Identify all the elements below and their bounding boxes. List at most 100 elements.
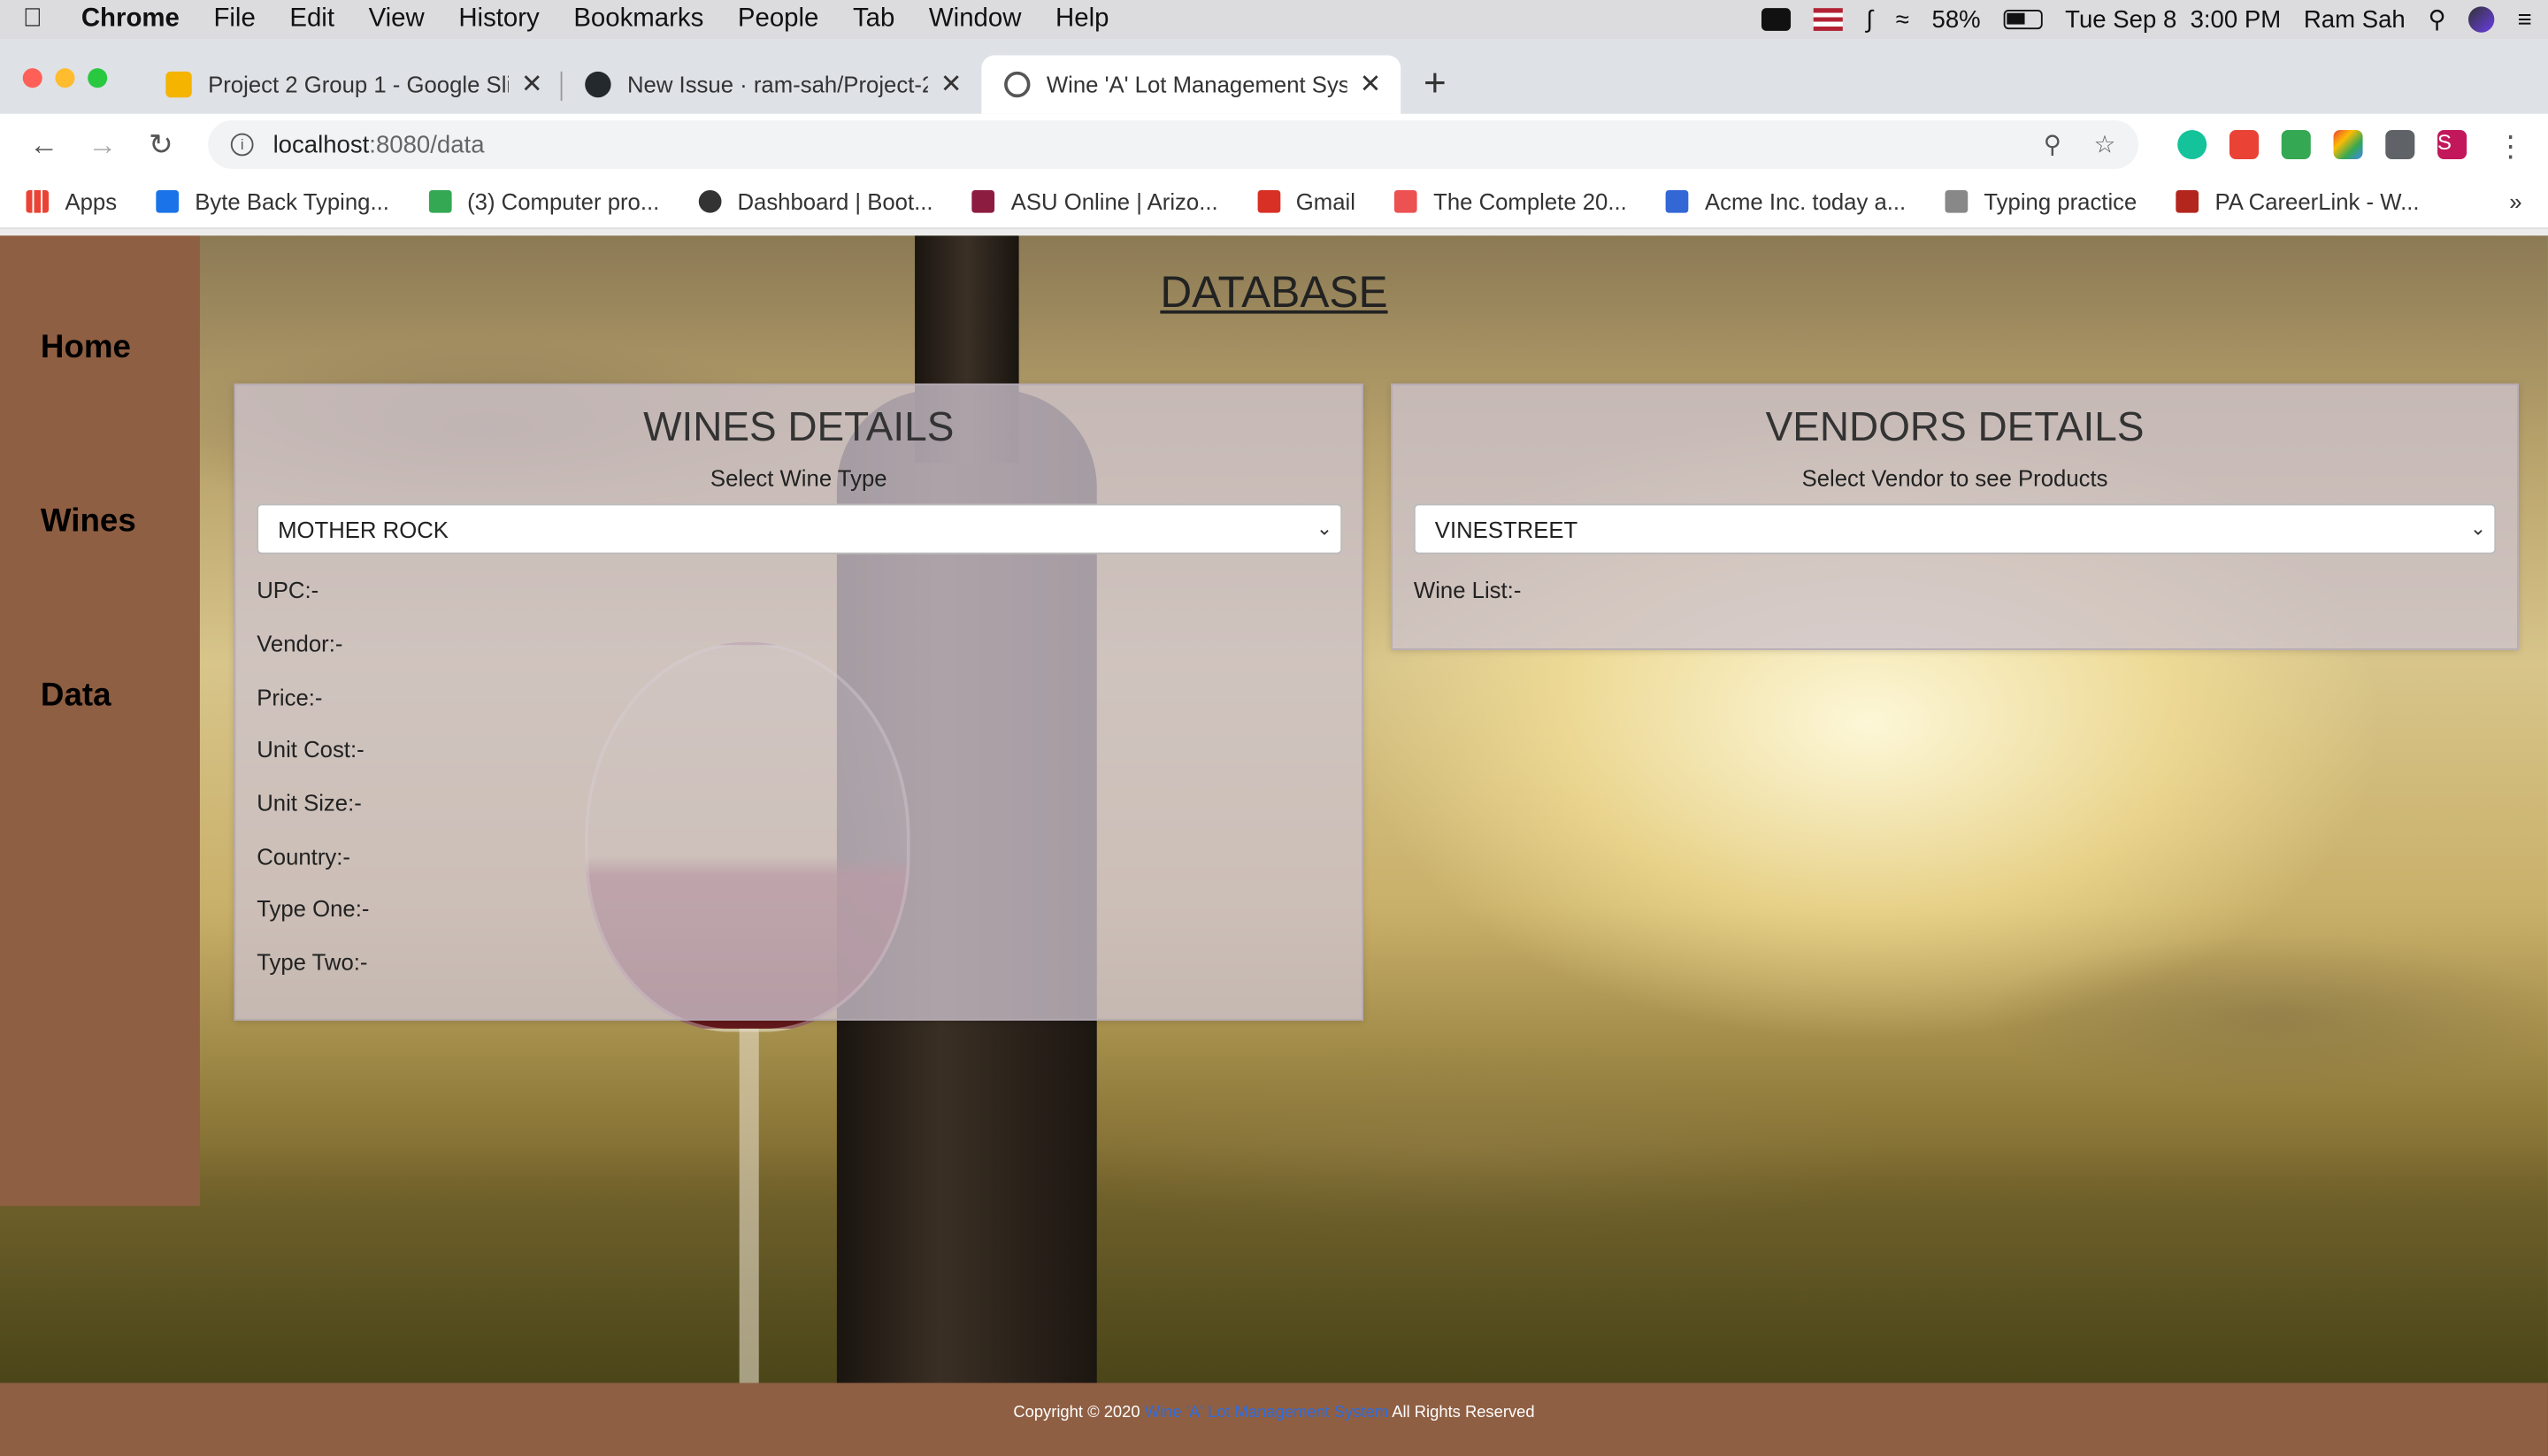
url-host: localhost bbox=[272, 130, 370, 159]
tab-title: New Issue · ram-sah/Project-2 bbox=[626, 71, 928, 98]
flag-icon[interactable] bbox=[1814, 8, 1844, 31]
wine-type-select[interactable]: MOTHER ROCK bbox=[257, 503, 1343, 555]
sidebar-item-home[interactable]: Home bbox=[41, 330, 131, 367]
menu-chrome[interactable]: Chrome bbox=[81, 5, 180, 34]
bookmark-favicon bbox=[1945, 189, 1969, 213]
menu-file[interactable]: File bbox=[213, 5, 255, 34]
bookmark-favicon bbox=[1394, 189, 1417, 213]
battery-percent: 58% bbox=[1931, 5, 1981, 34]
more-bookmarks-icon[interactable]: » bbox=[2509, 188, 2521, 214]
site-info-icon[interactable]: i bbox=[230, 133, 254, 157]
forward-arrow-icon[interactable]: → bbox=[81, 127, 124, 162]
profile-avatar[interactable]: S bbox=[2437, 129, 2467, 160]
bookmark-favicon bbox=[2176, 189, 2199, 213]
chrome-menu-icon[interactable]: ⋮ bbox=[2496, 130, 2525, 163]
extension-badge-icon[interactable] bbox=[2229, 129, 2260, 160]
user-name[interactable]: Ram Sah bbox=[2304, 5, 2406, 33]
slides-icon bbox=[165, 71, 192, 98]
battery-icon[interactable] bbox=[2003, 10, 2043, 30]
bluetooth-icon[interactable]: ∫ bbox=[1866, 5, 1873, 33]
url-path: :8080/data bbox=[369, 130, 485, 159]
sidebar-item-wines[interactable]: Wines bbox=[41, 504, 136, 541]
tab-wine-a-lot[interactable]: Wine 'A' Lot Management System ✕ bbox=[981, 55, 1401, 114]
bookmarks-bar: Apps Byte Back Typing... (3) Computer pr… bbox=[0, 175, 2548, 230]
menu-edit[interactable]: Edit bbox=[289, 5, 334, 34]
vendor-select-label: Select Vendor to see Products bbox=[1801, 464, 2108, 491]
close-tab-icon[interactable]: ✕ bbox=[521, 68, 543, 101]
bookmark-item[interactable]: Dashboard | Boot... bbox=[698, 188, 933, 214]
browser-toolbar: ← → ↻ i localhost:8080/data ⚲ ☆ S ⋮ bbox=[0, 113, 2548, 176]
upc-field: UPC:- bbox=[257, 577, 319, 603]
wines-details-card: WINES DETAILS Select Wine Type MOTHER RO… bbox=[234, 383, 1363, 1021]
github-icon bbox=[585, 71, 611, 98]
menu-history[interactable]: History bbox=[458, 5, 539, 34]
type-one-field: Type One:- bbox=[257, 895, 370, 922]
notification-center-icon[interactable]: ≡ bbox=[2517, 5, 2531, 33]
bookmark-apps[interactable]: Apps bbox=[26, 188, 117, 214]
bookmark-item[interactable]: The Complete 20... bbox=[1394, 188, 1627, 214]
bookmark-favicon bbox=[427, 189, 451, 213]
bookmark-star-icon[interactable]: ☆ bbox=[2094, 130, 2116, 159]
wines-heading: WINES DETAILS bbox=[643, 404, 955, 450]
minimize-window-button[interactable] bbox=[55, 68, 75, 88]
country-field: Country:- bbox=[257, 843, 350, 870]
puzzle-extensions-icon[interactable] bbox=[2385, 129, 2415, 160]
extensions: S ⋮ bbox=[2177, 129, 2525, 163]
bookmark-favicon bbox=[156, 189, 179, 213]
bookmark-favicon bbox=[971, 189, 995, 213]
apps-grid-icon bbox=[26, 189, 50, 213]
globe-icon bbox=[1004, 71, 1031, 98]
unit-cost-field: Unit Cost:- bbox=[257, 736, 365, 762]
bookmark-item[interactable]: PA CareerLink - W... bbox=[2176, 188, 2420, 214]
bookmark-item[interactable]: Gmail bbox=[1256, 188, 1355, 214]
bookmark-item[interactable]: Acme Inc. today a... bbox=[1665, 188, 1906, 214]
clock[interactable]: Tue Sep 8 3:00 PM bbox=[2065, 5, 2281, 33]
sidebar-nav: Home Wines Data bbox=[0, 235, 200, 1207]
menu-bookmarks[interactable]: Bookmarks bbox=[573, 5, 703, 34]
web-page: Home Wines Data DATABASE WINES DETAILS S… bbox=[0, 235, 2548, 1456]
page-footer: Copyright © 2020 Wine 'A' Lot Management… bbox=[0, 1383, 2548, 1456]
maximize-window-button[interactable] bbox=[88, 68, 108, 88]
page-title: DATABASE bbox=[1160, 268, 1388, 318]
tab-title: Wine 'A' Lot Management System bbox=[1046, 71, 1347, 98]
tab-strip: Project 2 Group 1 - Google Slides ✕ New … bbox=[0, 39, 2548, 114]
menu-window[interactable]: Window bbox=[929, 5, 1022, 34]
bookmark-favicon bbox=[698, 189, 722, 213]
shield-icon[interactable] bbox=[2281, 129, 2311, 160]
bookmark-item[interactable]: Byte Back Typing... bbox=[156, 188, 389, 214]
colorful-extension-icon[interactable] bbox=[2333, 129, 2363, 160]
vendors-details-card: VENDORS DETAILS Select Vendor to see Pro… bbox=[1391, 383, 2519, 650]
reload-icon[interactable]: ↻ bbox=[140, 127, 182, 162]
zoom-video-icon[interactable] bbox=[1761, 8, 1792, 31]
wifi-icon[interactable]: ≈ bbox=[1896, 5, 1909, 33]
macos-menubar:  Chrome File Edit View History Bookmark… bbox=[0, 0, 2548, 40]
tab-google-slides[interactable]: Project 2 Group 1 - Google Slides ✕ bbox=[143, 55, 563, 113]
back-arrow-icon[interactable]: ← bbox=[23, 127, 65, 162]
bookmark-item[interactable]: ASU Online | Arizo... bbox=[971, 188, 1218, 214]
wine-list-field: Wine List:- bbox=[1413, 577, 1522, 603]
menu-tab[interactable]: Tab bbox=[853, 5, 894, 34]
bookmark-item[interactable]: (3) Computer pro... bbox=[427, 188, 659, 214]
bookmark-item[interactable]: Typing practice bbox=[1945, 188, 2137, 214]
menu-help[interactable]: Help bbox=[1055, 5, 1109, 34]
spotlight-search-icon[interactable]: ⚲ bbox=[2428, 5, 2445, 34]
grammarly-icon[interactable] bbox=[2177, 129, 2207, 160]
menu-people[interactable]: People bbox=[738, 5, 819, 34]
rights-text: All Rights Reserved bbox=[1392, 1404, 1535, 1422]
menu-view[interactable]: View bbox=[369, 5, 425, 34]
zoom-out-icon[interactable]: ⚲ bbox=[2044, 130, 2061, 159]
vendor-select[interactable]: VINESTREET bbox=[1413, 503, 2497, 555]
siri-icon[interactable] bbox=[2468, 6, 2495, 33]
type-two-field: Type Two:- bbox=[257, 948, 368, 976]
gmail-icon bbox=[1256, 189, 1280, 213]
address-bar[interactable]: i localhost:8080/data ⚲ ☆ bbox=[208, 119, 2139, 170]
new-tab-button[interactable]: + bbox=[1424, 62, 1447, 107]
close-window-button[interactable] bbox=[22, 68, 42, 88]
sidebar-item-data[interactable]: Data bbox=[41, 678, 111, 715]
close-tab-icon[interactable]: ✕ bbox=[940, 68, 963, 101]
apple-icon[interactable]:  bbox=[16, 5, 49, 34]
tab-github-issue[interactable]: New Issue · ram-sah/Project-2 ✕ bbox=[562, 55, 981, 113]
footer-site-link[interactable]: Wine 'A' Lot Management System bbox=[1145, 1404, 1389, 1422]
close-tab-icon[interactable]: ✕ bbox=[1360, 68, 1382, 101]
vendors-heading: VENDORS DETAILS bbox=[1765, 404, 2145, 450]
